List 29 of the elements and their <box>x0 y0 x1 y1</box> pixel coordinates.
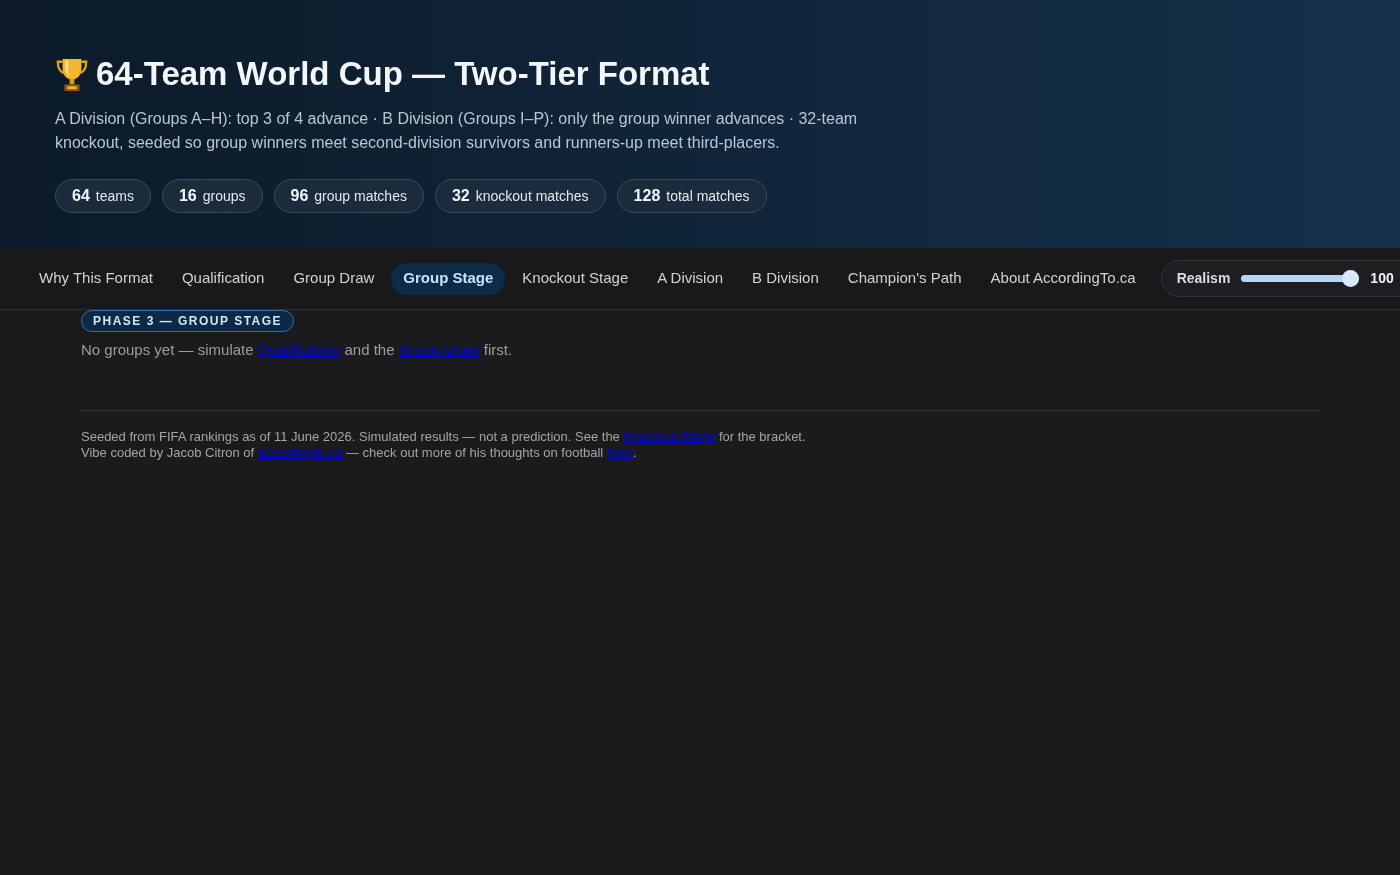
nav-tab[interactable]: Champion's Path <box>835 262 974 295</box>
stat-value: 96 <box>290 186 309 206</box>
stat-value: 128 <box>633 186 661 206</box>
nav-tab[interactable]: Group Draw <box>281 262 387 295</box>
phase-badge: PHASE 3 — GROUP STAGE <box>81 310 295 332</box>
stat-label: groups <box>202 186 246 206</box>
stat-value: 16 <box>178 186 197 206</box>
nav-tab[interactable]: Group Stage <box>391 262 506 295</box>
footer-note: Vibe coded by Jacob Citron of accordingto.ca — check out more of his thoughts on football here. <box>81 445 638 461</box>
stat-value: 32 <box>451 186 470 206</box>
realism-label: Realism <box>1176 269 1231 288</box>
empty-groups-message: No groups yet — simulate Qualification and the Group Draw first. <box>81 340 514 360</box>
format-description: A Division (Groups A–H): top 3 of 4 advance · B Division (Groups I–P): only the group winner advances · 32-team knockout, seeded so group winners meet second-division survivors and runners-up meet third-placers. <box>55 109 859 153</box>
slider-track[interactable] <box>1241 270 1360 287</box>
nav-tab[interactable]: Knockout Stage <box>510 262 641 295</box>
nav-tab[interactable]: About AccordingTo.ca <box>978 262 1148 295</box>
realism-value: 100 <box>1370 269 1394 288</box>
stat-label: knockout matches <box>475 186 589 206</box>
slider-thumb[interactable] <box>1342 270 1360 287</box>
stat-label: teams <box>95 186 134 206</box>
stat-value: 64 <box>72 186 90 206</box>
stat-label: total matches <box>666 186 750 206</box>
footer-note: Seeded from FIFA rankings as of 11 June 2026. Simulated results — not a prediction. See the Knockout Stage for the bracket. <box>81 429 807 445</box>
nav-tab[interactable]: B Division <box>740 262 831 295</box>
nav-tab[interactable]: Qualification <box>169 262 277 295</box>
stat-label: group matches <box>314 186 407 206</box>
nav-tab[interactable]: A Division <box>645 262 736 295</box>
page-title: 64-Team World Cup — Two-Tier Format <box>96 54 710 94</box>
nav-tab[interactable]: Why This Format <box>27 262 165 295</box>
